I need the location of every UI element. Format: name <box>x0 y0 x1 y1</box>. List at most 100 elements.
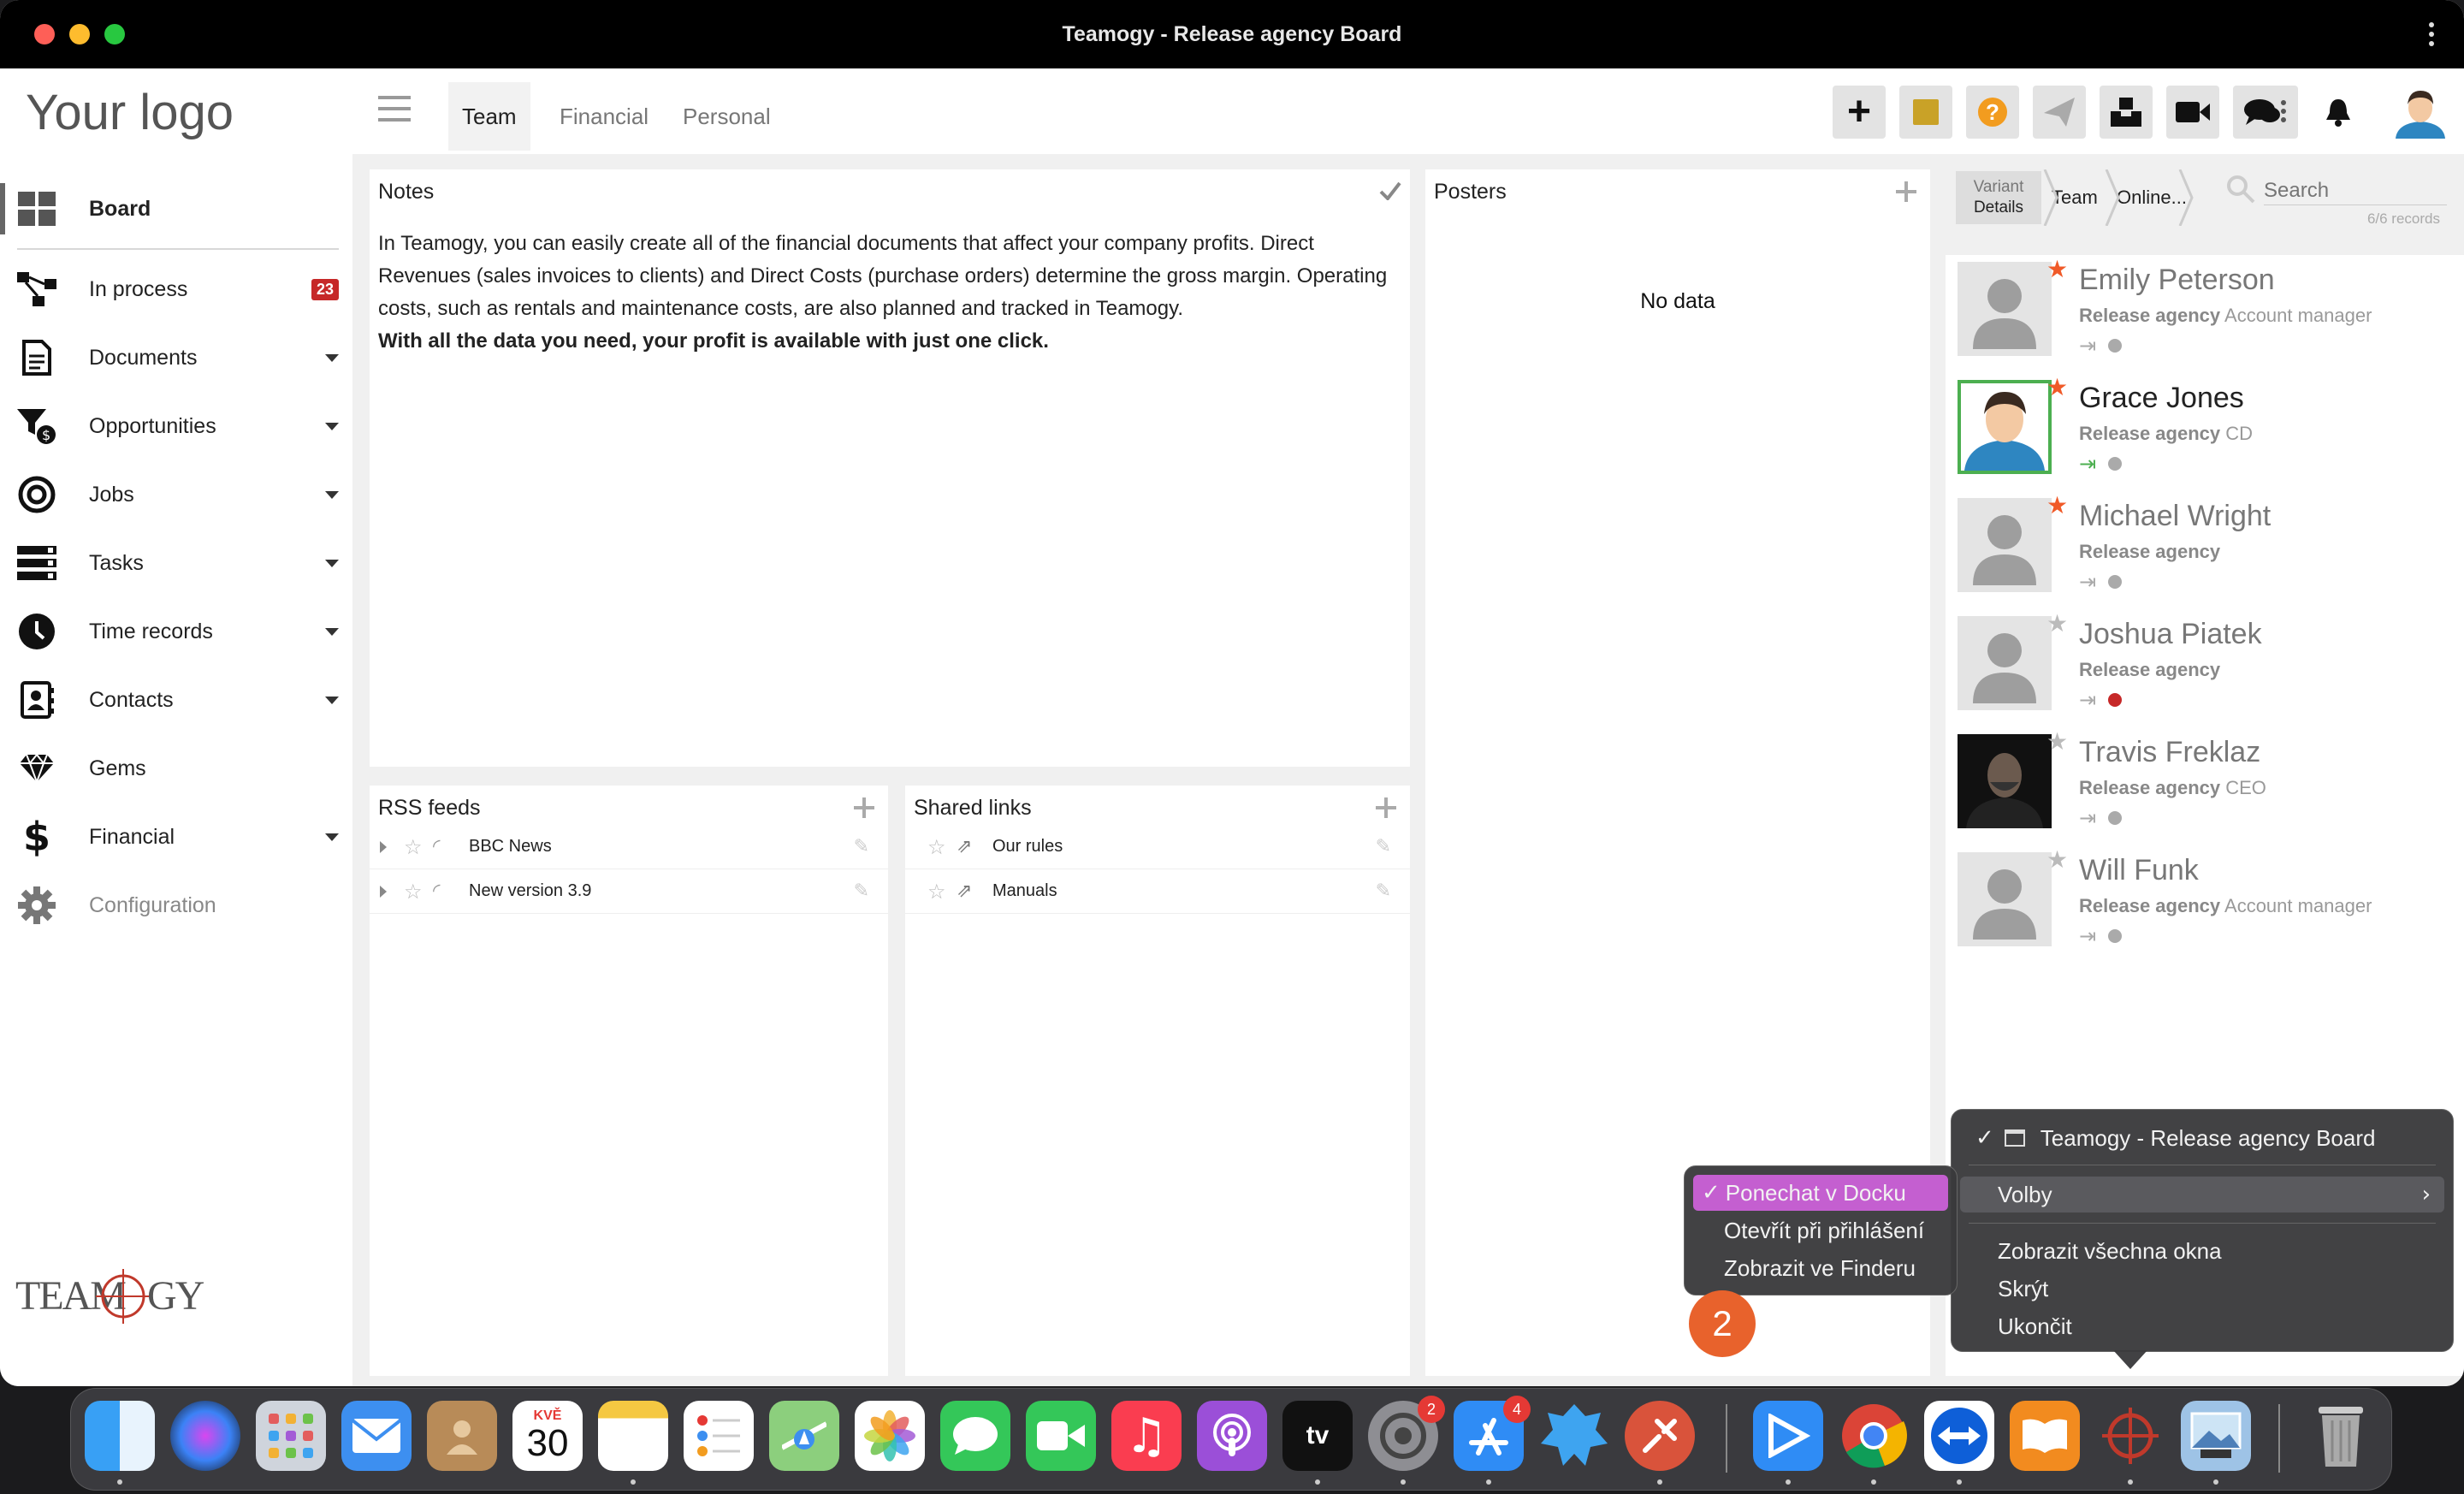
tab-team[interactable]: Team <box>448 82 530 151</box>
add-poster-icon[interactable] <box>1896 181 1916 202</box>
sidebar-item-configuration[interactable]: Configuration <box>0 880 352 931</box>
video-button[interactable] <box>2166 86 2219 139</box>
messages-icon[interactable] <box>940 1401 1010 1471</box>
calendar-icon[interactable]: KVĚ 30 <box>512 1401 583 1471</box>
favorite-star-icon[interactable]: ★ <box>2046 609 2068 637</box>
star-icon[interactable]: ☆ <box>927 880 946 904</box>
edit-pencil-icon[interactable]: ✎ <box>854 880 869 902</box>
menu-item-quit[interactable]: Ukončit <box>1960 1308 2444 1344</box>
submenu-item-open-at-login[interactable]: Otevřít při přihlášení <box>1693 1212 1948 1248</box>
hamburger-menu-icon[interactable] <box>378 96 411 122</box>
sidebar-item-gems[interactable]: Gems <box>0 743 352 794</box>
chat-button[interactable] <box>2233 86 2298 139</box>
star-icon[interactable]: ☆ <box>404 880 423 904</box>
apple-tv-icon[interactable]: tv <box>1282 1401 1353 1471</box>
menu-item-hide[interactable]: Skrýt <box>1960 1271 2444 1307</box>
tab-financial[interactable]: Financial <box>546 82 662 151</box>
favorite-star-icon[interactable]: ★ <box>2046 727 2068 756</box>
sidebar-item-in-process[interactable]: In process 23 <box>0 264 352 315</box>
chrome-icon[interactable] <box>1839 1401 1909 1471</box>
user-avatar-button[interactable] <box>2394 86 2447 139</box>
search-icon[interactable] <box>2226 175 2255 204</box>
add-rss-icon[interactable] <box>854 797 874 818</box>
teamogy-app-icon[interactable] <box>2095 1401 2165 1471</box>
send-button[interactable] <box>2033 86 2086 139</box>
zoom-window-button[interactable] <box>104 24 125 44</box>
favorite-star-icon[interactable]: ★ <box>2046 491 2068 519</box>
list-item[interactable]: ★ Joshua Piatek Release agency ⇥ <box>1954 609 2459 727</box>
timer-icon[interactable] <box>2108 811 2123 825</box>
submenu-item-show-in-finder[interactable]: Zobrazit ve Finderu <box>1693 1250 1948 1286</box>
sidebar-item-documents[interactable]: Documents <box>0 332 352 383</box>
timer-icon[interactable] <box>2108 693 2123 707</box>
check-in-icon[interactable]: ⇥ <box>2079 688 2096 712</box>
sidebar-item-time-records[interactable]: Time records <box>0 606 352 657</box>
favorite-star-icon[interactable]: ★ <box>2046 373 2068 401</box>
online-filter-crumb[interactable]: Online... <box>2117 171 2187 224</box>
photos-icon[interactable] <box>855 1401 925 1471</box>
menu-item-window[interactable]: ✓ Teamogy - Release agency Board <box>1960 1120 2444 1156</box>
sidebar-item-financial[interactable]: $ Financial <box>0 811 352 863</box>
help-button[interactable]: ? <box>1966 86 2019 139</box>
list-item[interactable]: ★ Emily Peterson Release agency Account … <box>1954 255 2459 373</box>
preview-icon[interactable] <box>2181 1401 2251 1471</box>
list-item[interactable]: ☆ ◜ BBC News ✎ <box>370 825 888 869</box>
edit-pencil-icon[interactable]: ✎ <box>854 836 869 857</box>
screen-share-app-icon[interactable] <box>1753 1401 1823 1471</box>
tweaks-app-icon[interactable] <box>1539 1401 1609 1471</box>
list-item[interactable]: ★ Travis Freklaz Release agency CEO ⇥ <box>1954 727 2459 845</box>
expand-arrow-icon[interactable] <box>380 840 387 853</box>
mail-icon[interactable] <box>341 1401 412 1471</box>
facetime-icon[interactable] <box>1026 1401 1096 1471</box>
notes-content[interactable]: In Teamogy, you can easily create all of… <box>378 228 1396 358</box>
timer-icon[interactable] <box>2108 575 2123 589</box>
teamviewer-icon[interactable] <box>1924 1401 1994 1471</box>
list-item[interactable]: ★ Will Funk Release agency Account manag… <box>1954 845 2459 963</box>
submenu-item-keep-in-dock[interactable]: ✓ Ponechat v Docku <box>1693 1175 1948 1211</box>
search-input[interactable] <box>2264 176 2447 205</box>
minimize-window-button[interactable] <box>69 24 90 44</box>
star-icon[interactable]: ☆ <box>404 835 423 859</box>
trash-icon[interactable] <box>2306 1401 2376 1471</box>
launchpad-icon[interactable] <box>256 1401 326 1471</box>
check-in-icon[interactable]: ⇥ <box>2079 924 2096 948</box>
remote-desktop-icon[interactable] <box>1625 1401 1695 1471</box>
edit-pencil-icon[interactable]: ✎ <box>1376 880 1391 902</box>
menu-item-show-all-windows[interactable]: Zobrazit všechna okna <box>1960 1233 2444 1269</box>
list-item[interactable]: ☆ ⇗ Manuals ✎ <box>905 869 1410 914</box>
inbox-button[interactable] <box>2100 86 2153 139</box>
reminders-icon[interactable] <box>684 1401 754 1471</box>
check-in-icon[interactable]: ⇥ <box>2079 806 2096 830</box>
list-item[interactable]: ☆ ⇗ Our rules ✎ <box>905 825 1410 869</box>
notes-app-icon[interactable] <box>598 1401 668 1471</box>
sidebar-item-tasks[interactable]: Tasks <box>0 537 352 589</box>
contacts-app-icon[interactable] <box>427 1401 497 1471</box>
maps-icon[interactable] <box>769 1401 839 1471</box>
sidebar-item-contacts[interactable]: Contacts <box>0 674 352 726</box>
sticky-note-button[interactable] <box>1899 86 1952 139</box>
close-window-button[interactable] <box>34 24 55 44</box>
siri-icon[interactable] <box>170 1401 240 1471</box>
podcasts-icon[interactable] <box>1197 1401 1267 1471</box>
favorite-star-icon[interactable]: ★ <box>2046 255 2068 283</box>
check-in-icon[interactable]: ⇥ <box>2079 334 2096 358</box>
edit-pencil-icon[interactable]: ✎ <box>1376 836 1391 857</box>
favorite-star-icon[interactable]: ★ <box>2046 845 2068 874</box>
more-options-icon[interactable] <box>2428 22 2435 46</box>
sidebar-item-jobs[interactable]: Jobs <box>0 469 352 520</box>
expand-arrow-icon[interactable] <box>380 885 387 898</box>
sidebar-item-opportunities[interactable]: $ Opportunities <box>0 400 352 452</box>
check-in-icon[interactable]: ⇥ <box>2079 452 2096 476</box>
list-item[interactable]: ★ Michael Wright Release agency ⇥ <box>1954 491 2459 609</box>
checkmark-icon[interactable] <box>1379 181 1401 200</box>
add-button[interactable]: + <box>1833 86 1886 139</box>
variant-selector[interactable]: Variant Details <box>1956 171 2041 224</box>
timer-icon[interactable] <box>2108 339 2123 353</box>
list-item[interactable]: ★ Grace Jones Release agency CD ⇥ <box>1954 373 2459 491</box>
sidebar-item-board[interactable]: Board <box>0 183 352 234</box>
timer-icon[interactable] <box>2108 929 2123 943</box>
tab-personal[interactable]: Personal <box>669 82 785 151</box>
timer-icon[interactable] <box>2108 457 2123 471</box>
music-icon[interactable]: ♫ <box>1111 1401 1182 1471</box>
menu-item-options[interactable]: Volby › <box>1960 1177 2444 1212</box>
